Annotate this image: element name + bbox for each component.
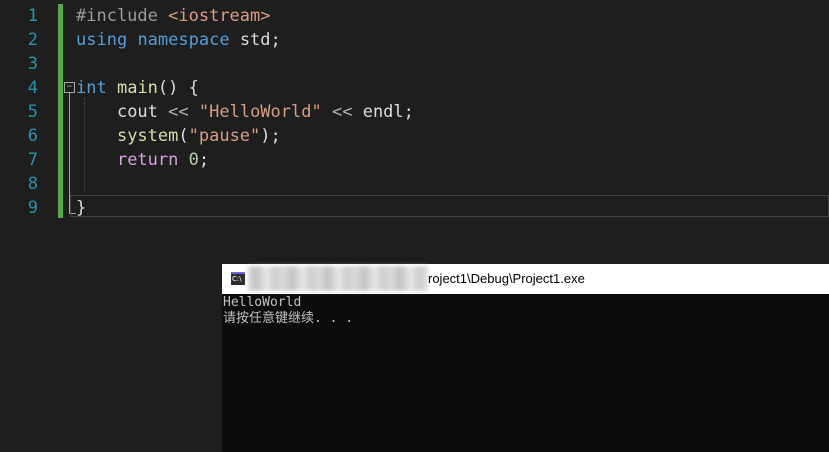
keyword-int: int bbox=[76, 78, 107, 98]
console-output[interactable]: HelloWorld 请按任意键继续. . . bbox=[223, 295, 827, 452]
code-line-6[interactable]: system("pause"); bbox=[76, 124, 281, 148]
number-literal: 0 bbox=[188, 150, 199, 170]
namespace-name: std; bbox=[239, 30, 281, 50]
string-literal: "HelloWorld" bbox=[198, 102, 322, 122]
main-signature: () { bbox=[157, 78, 199, 98]
saved-changes-bar bbox=[58, 4, 63, 218]
line-number: 6 bbox=[27, 126, 38, 146]
semicolon: ; bbox=[198, 150, 210, 170]
code-line-9[interactable]: } bbox=[76, 196, 86, 220]
function-system: system bbox=[116, 126, 179, 146]
string-literal: "pause" bbox=[188, 126, 261, 146]
include-header: <iostream> bbox=[168, 6, 271, 26]
preprocessor-directive: #include bbox=[76, 6, 158, 26]
code-line-2[interactable]: using namespace std; bbox=[76, 28, 281, 52]
open-paren: ( bbox=[178, 126, 189, 146]
stream-operator: << bbox=[331, 102, 353, 122]
console-window[interactable]: C:\ roject1\Debug\Project1.exe HelloWorl… bbox=[222, 264, 829, 452]
close-paren: ); bbox=[260, 126, 281, 146]
line-number: 8 bbox=[27, 174, 38, 194]
current-line-highlight bbox=[70, 195, 829, 217]
function-main: main bbox=[116, 78, 158, 98]
code-line-7[interactable]: return 0; bbox=[76, 148, 209, 172]
console-app-icon: C:\ bbox=[231, 272, 245, 285]
console-output-line: 请按任意键继续. . . bbox=[223, 311, 354, 326]
cout-identifier: cout bbox=[116, 102, 158, 122]
code-line-1[interactable]: #include <iostream> bbox=[76, 4, 271, 28]
code-line-4[interactable]: int main() { bbox=[76, 76, 199, 100]
line-number-gutter: 1 2 3 4 5 6 7 8 9 bbox=[0, 0, 58, 230]
line-number: 9 bbox=[27, 198, 38, 218]
closing-brace: } bbox=[76, 198, 87, 218]
code-line-5[interactable]: cout << "HelloWorld" << endl; bbox=[76, 100, 414, 124]
endl-identifier: endl; bbox=[362, 102, 414, 122]
line-number: 2 bbox=[27, 30, 38, 50]
redacted-path-area bbox=[248, 266, 428, 291]
line-number: 7 bbox=[27, 150, 38, 170]
console-title: roject1\Debug\Project1.exe bbox=[428, 271, 585, 286]
line-number: 4 bbox=[27, 78, 38, 98]
line-number: 3 bbox=[27, 54, 38, 74]
keyword-namespace: namespace bbox=[137, 30, 230, 50]
keyword-return: return bbox=[116, 150, 179, 170]
line-number: 5 bbox=[27, 102, 38, 122]
console-output-line: HelloWorld bbox=[223, 295, 302, 310]
line-number: 1 bbox=[27, 6, 38, 26]
keyword-using: using bbox=[76, 30, 128, 50]
collapse-toggle-icon[interactable]: − bbox=[64, 82, 75, 93]
stream-operator: << bbox=[168, 102, 189, 122]
console-titlebar[interactable]: C:\ roject1\Debug\Project1.exe bbox=[222, 264, 829, 294]
